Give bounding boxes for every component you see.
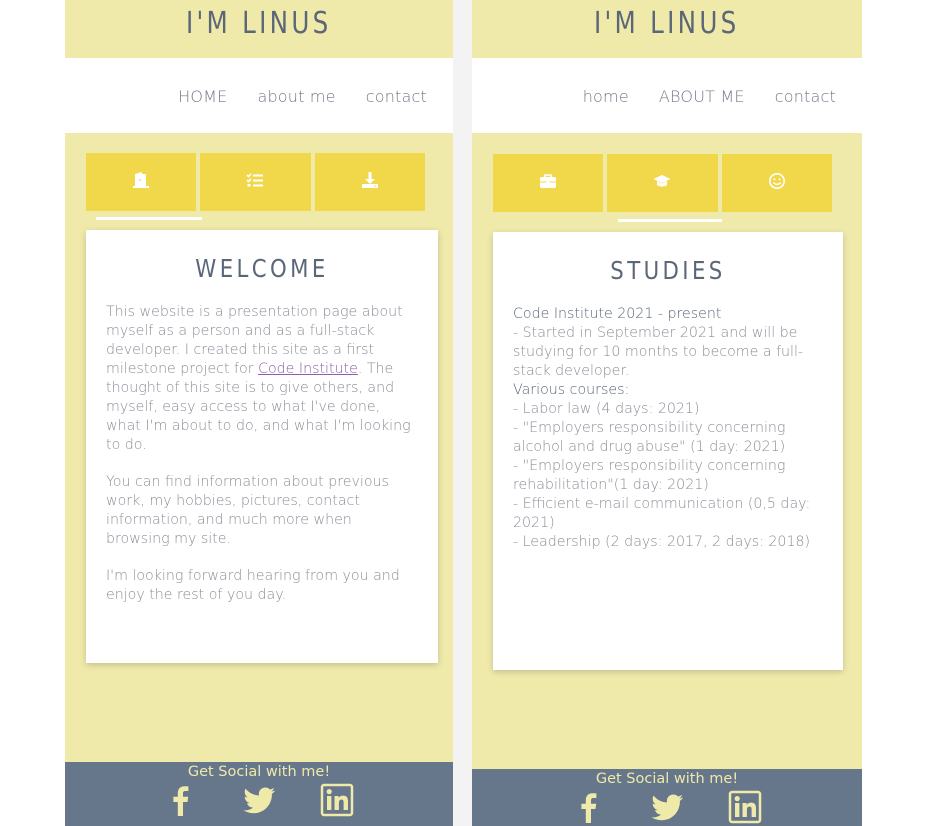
card-body: This website is a presentation page abou… [106, 303, 418, 605]
footer-text: Get Social with me! [187, 764, 331, 780]
download-icon [361, 171, 379, 193]
course-item: - Efficient e-mail communication (0,5 da… [513, 496, 811, 531]
site-title[interactable]: I'M LINUS [186, 6, 332, 41]
tab-welcome[interactable] [86, 153, 197, 211]
info-paragraph: You can find information about previous … [106, 474, 389, 547]
closing-paragraph: I'm looking forward hearing from you and… [106, 568, 400, 603]
footer-text: Get Social with me! [595, 771, 739, 787]
facebook-icon[interactable] [572, 790, 606, 826]
screen-divider [453, 0, 472, 826]
linkedin-icon[interactable] [728, 790, 762, 826]
nav-link-about[interactable]: about me [257, 87, 335, 106]
list-check-icon [246, 171, 264, 193]
course-item: - Leadership (2 days: 2017, 2 days: 2018… [513, 534, 811, 550]
card-title: WELCOME [195, 254, 329, 283]
nav-link-contact[interactable]: contact [775, 87, 836, 106]
tab-list[interactable] [200, 153, 311, 211]
tab-download[interactable] [314, 153, 425, 211]
welcome-card: WELCOME This website is a presentation p… [86, 230, 438, 663]
linkedin-icon[interactable] [320, 783, 354, 821]
site-header: I'M LINUS [65, 0, 453, 58]
nav-bar: HOME about me contact [65, 58, 453, 133]
twitter-icon[interactable] [242, 783, 276, 821]
smile-icon [768, 172, 786, 194]
footer: Get Social with me! [472, 769, 862, 826]
site-header: I'M LINUS [472, 0, 862, 58]
course-item: - Labor law (4 days: 2021) [513, 401, 700, 417]
tab-studies[interactable] [607, 154, 718, 212]
nav-link-about[interactable]: ABOUT ME [659, 87, 745, 106]
card-body: Code Institute 2021 - present - Started … [513, 305, 823, 552]
briefcase-icon [539, 172, 557, 194]
course-item: - "Employers responsibility concerning a… [513, 420, 786, 455]
twitter-icon[interactable] [650, 790, 684, 826]
study-heading: Code Institute 2021 - present [513, 306, 722, 322]
card-title: STUDIES [610, 256, 726, 285]
nav-link-home[interactable]: home [583, 87, 629, 106]
facebook-icon[interactable] [164, 783, 198, 821]
course-item: - "Employers responsibility concerning r… [513, 458, 786, 493]
study-description: - Started in September 2021 and will be … [513, 325, 804, 379]
site-title[interactable]: I'M LINUS [594, 6, 740, 41]
active-tab-indicator [96, 217, 202, 220]
phone-screen-home: I'M LINUS HOME about me contact WELCOME [65, 0, 453, 826]
nav-link-home[interactable]: HOME [178, 87, 227, 106]
tab-work[interactable] [493, 154, 604, 212]
nav-bar: home ABOUT ME contact [472, 58, 862, 133]
courses-heading: Various courses: [513, 382, 630, 398]
active-tab-indicator [618, 219, 722, 222]
phone-screen-about: I'M LINUS home ABOUT ME contact STUDIES [472, 0, 862, 826]
graduation-cap-icon [653, 172, 671, 194]
code-institute-link[interactable]: Code Institute [258, 361, 358, 377]
door-open-icon [132, 171, 150, 193]
studies-card: STUDIES Code Institute 2021 - present - … [493, 232, 843, 670]
nav-link-contact[interactable]: contact [366, 87, 427, 106]
tab-bar [86, 153, 425, 211]
footer: Get Social with me! [65, 762, 453, 826]
tab-hobbies[interactable] [721, 154, 832, 212]
tab-bar [493, 154, 832, 212]
intro-paragraph: This website is a presentation page abou… [106, 303, 418, 455]
